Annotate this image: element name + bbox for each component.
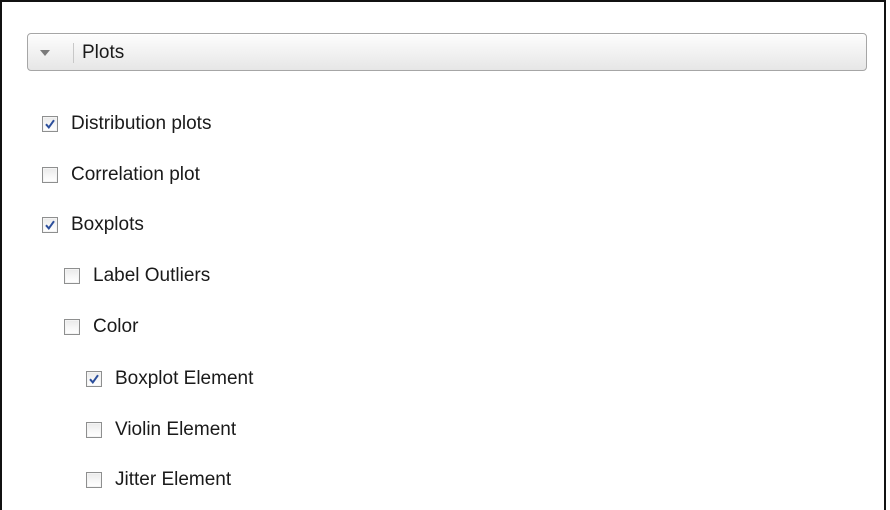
jitter-element-label: Jitter Element: [115, 469, 232, 490]
section-title: Plots: [82, 42, 125, 63]
label-outliers-label: Label Outliers: [93, 265, 211, 286]
option-distribution-plots[interactable]: Distribution plots: [42, 109, 211, 139]
jitter-element-checkbox[interactable]: [86, 472, 102, 488]
distribution-plots-label: Distribution plots: [71, 113, 212, 134]
header-separator: [73, 43, 74, 63]
boxplot-element-checkbox[interactable]: [86, 371, 102, 387]
boxplot-element-label: Boxplot Element: [115, 368, 254, 389]
color-checkbox[interactable]: [64, 319, 80, 335]
violin-element-checkbox[interactable]: [86, 422, 102, 438]
boxplots-checkbox[interactable]: [42, 217, 58, 233]
option-boxplots[interactable]: Boxplots: [42, 210, 144, 240]
correlation-plot-checkbox[interactable]: [42, 167, 58, 183]
correlation-plot-label: Correlation plot: [71, 164, 200, 185]
checkmark-icon: [45, 119, 55, 130]
color-label: Color: [93, 316, 139, 337]
option-violin-element[interactable]: Violin Element: [86, 415, 236, 445]
checkmark-icon: [45, 220, 55, 231]
option-jitter-element[interactable]: Jitter Element: [86, 465, 231, 495]
plots-panel: Plots Distribution plots Correlation plo…: [0, 0, 886, 510]
distribution-plots-checkbox[interactable]: [42, 116, 58, 132]
option-label-outliers[interactable]: Label Outliers: [64, 261, 210, 291]
option-color[interactable]: Color: [64, 312, 138, 342]
boxplots-label: Boxplots: [71, 214, 144, 235]
checkmark-icon: [89, 374, 99, 385]
label-outliers-checkbox[interactable]: [64, 268, 80, 284]
option-boxplot-element[interactable]: Boxplot Element: [86, 364, 253, 394]
option-correlation-plot[interactable]: Correlation plot: [42, 160, 200, 190]
violin-element-label: Violin Element: [115, 419, 237, 440]
plots-section-header[interactable]: Plots: [27, 33, 867, 71]
triangle-down-icon[interactable]: [38, 47, 52, 59]
